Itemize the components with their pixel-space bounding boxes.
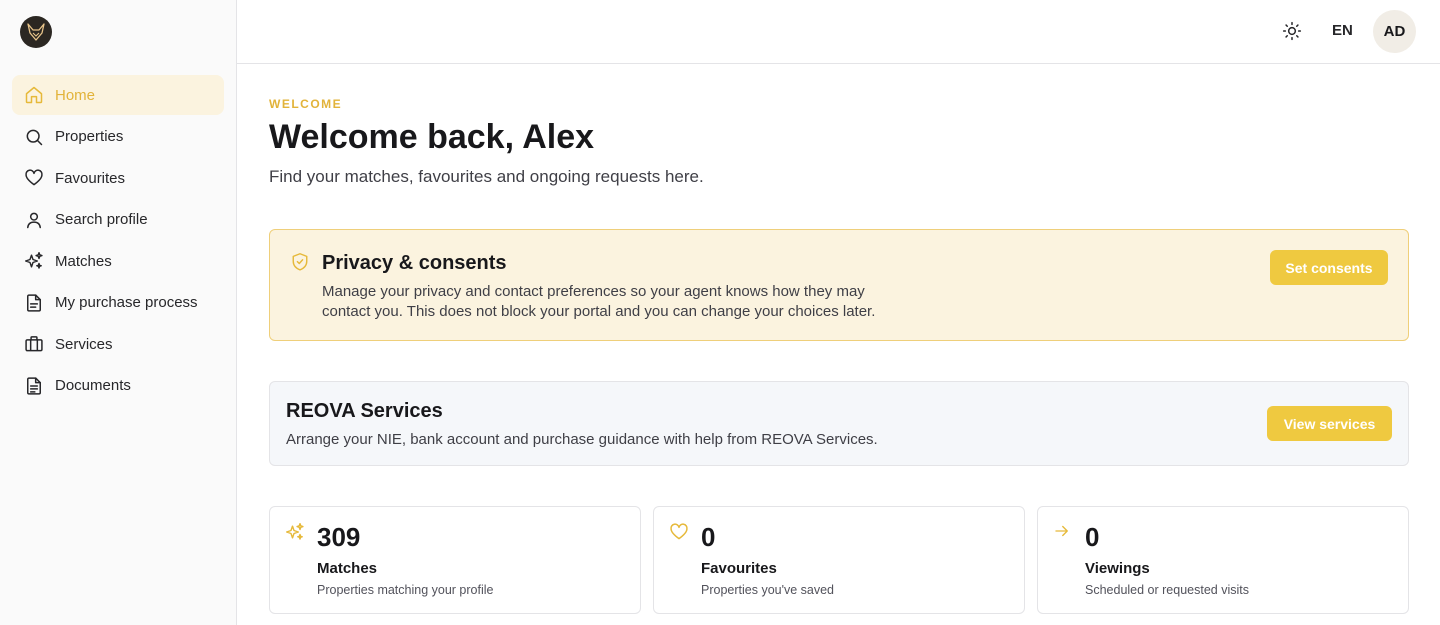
stat-value: 0 xyxy=(1085,522,1100,552)
consent-card: Privacy & consents Manage your privacy a… xyxy=(269,229,1409,341)
sidebar-item-label: Services xyxy=(55,335,113,353)
sidebar-item-services[interactable]: Services xyxy=(12,324,224,364)
language-selector[interactable]: EN xyxy=(1332,22,1353,39)
heart-icon xyxy=(24,168,44,188)
page-title: Welcome back, Alex xyxy=(269,118,595,156)
sun-icon xyxy=(1282,21,1302,41)
theme-toggle-button[interactable] xyxy=(1281,20,1303,42)
sidebar-item-purchase-process[interactable]: My purchase process xyxy=(12,283,224,323)
services-description: Arrange your NIE, bank account and purch… xyxy=(286,431,878,448)
top-bar: EN AD xyxy=(237,0,1440,64)
sparkles-icon xyxy=(285,522,305,547)
home-icon xyxy=(24,85,44,105)
sidebar-item-properties[interactable]: Properties xyxy=(12,117,224,157)
sidebar-item-favourites[interactable]: Favourites xyxy=(12,158,224,198)
stat-card-viewings[interactable]: 0 Viewings Scheduled or requested visits xyxy=(1037,506,1409,614)
sidebar-item-label: Home xyxy=(55,86,96,104)
sidebar-item-label: Search profile xyxy=(55,211,148,228)
sparkles-icon xyxy=(24,251,44,271)
shield-check-icon xyxy=(291,252,309,277)
stat-label: Favourites xyxy=(701,560,777,577)
stat-hint: Scheduled or requested visits xyxy=(1085,583,1249,597)
stat-label: Viewings xyxy=(1085,560,1150,577)
services-card: REOVA Services Arrange your NIE, bank ac… xyxy=(269,381,1409,466)
briefcase-icon xyxy=(24,334,44,354)
document-icon xyxy=(24,293,44,313)
avatar[interactable]: AD xyxy=(1373,10,1416,53)
stat-value: 0 xyxy=(701,522,716,552)
services-title: REOVA Services xyxy=(286,400,443,422)
sidebar: Home Properties Favourites Search profil… xyxy=(0,0,237,625)
consent-description: Manage your privacy and contact preferen… xyxy=(322,283,876,320)
sidebar-item-label: Favourites xyxy=(55,169,126,187)
stat-hint: Properties matching your profile xyxy=(317,583,494,597)
page-subtitle: Find your matches, favourites and ongoin… xyxy=(269,167,704,186)
view-services-button[interactable]: View services xyxy=(1267,406,1392,441)
sidebar-item-label: My purchase process xyxy=(55,294,198,311)
set-consents-button[interactable]: Set consents xyxy=(1270,250,1388,285)
search-icon xyxy=(24,127,44,147)
fox-logo-icon xyxy=(27,23,45,41)
sidebar-nav: Home Properties Favourites Search profil… xyxy=(0,64,236,406)
sidebar-item-documents[interactable]: Documents xyxy=(12,366,224,406)
consent-title: Privacy & consents xyxy=(322,252,507,274)
heart-icon xyxy=(669,522,689,547)
user-icon xyxy=(24,210,44,230)
sidebar-item-label: Matches xyxy=(55,252,112,270)
stat-label: Matches xyxy=(317,560,378,577)
stat-value: 309 xyxy=(317,522,361,552)
sidebar-item-matches[interactable]: Matches xyxy=(12,241,224,281)
logo[interactable] xyxy=(20,16,52,48)
stat-card-favourites[interactable]: 0 Favourites Properties you've saved xyxy=(653,506,1025,614)
arrow-right-icon xyxy=(1053,522,1071,545)
sidebar-item-home[interactable]: Home xyxy=(12,75,224,115)
logo-area xyxy=(0,0,236,64)
stat-hint: Properties you've saved xyxy=(701,583,835,597)
stat-card-matches[interactable]: 309 Matches Properties matching your pro… xyxy=(269,506,641,614)
sidebar-item-search-profile[interactable]: Search profile xyxy=(12,200,224,240)
sidebar-item-label: Properties xyxy=(55,128,124,145)
sidebar-item-label: Documents xyxy=(55,377,131,394)
file-icon xyxy=(24,376,44,396)
eyebrow-label: WELCOME xyxy=(269,97,343,111)
